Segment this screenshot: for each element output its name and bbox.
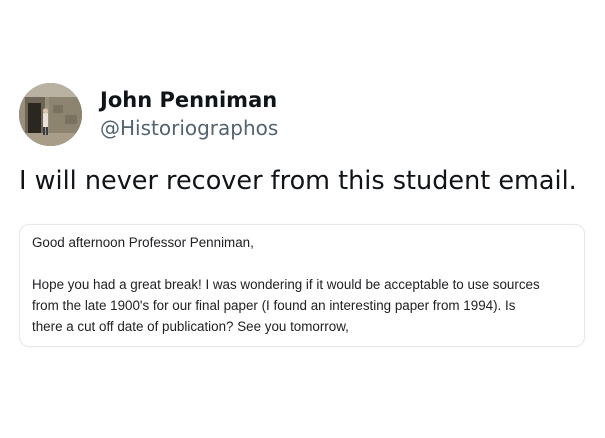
- email-body-line: there a cut off date of publication? See…: [32, 319, 349, 334]
- email-greeting: Good afternoon Professor Penniman,: [32, 235, 254, 250]
- avatar[interactable]: [19, 83, 82, 146]
- tweet: John Penniman @Historiographos I will ne…: [0, 0, 605, 438]
- email-screenshot-card: Good afternoon Professor Penniman, Hope …: [19, 224, 585, 347]
- email-body-line: from the late 1900's for our final paper…: [32, 298, 516, 313]
- author-name[interactable]: John Penniman: [100, 88, 277, 112]
- profile-photo-icon: [19, 83, 82, 146]
- tweet-text: I will never recover from this student e…: [19, 166, 577, 196]
- email-body-line: Hope you had a great break! I was wonder…: [32, 277, 540, 292]
- author-handle[interactable]: @Historiographos: [100, 116, 278, 140]
